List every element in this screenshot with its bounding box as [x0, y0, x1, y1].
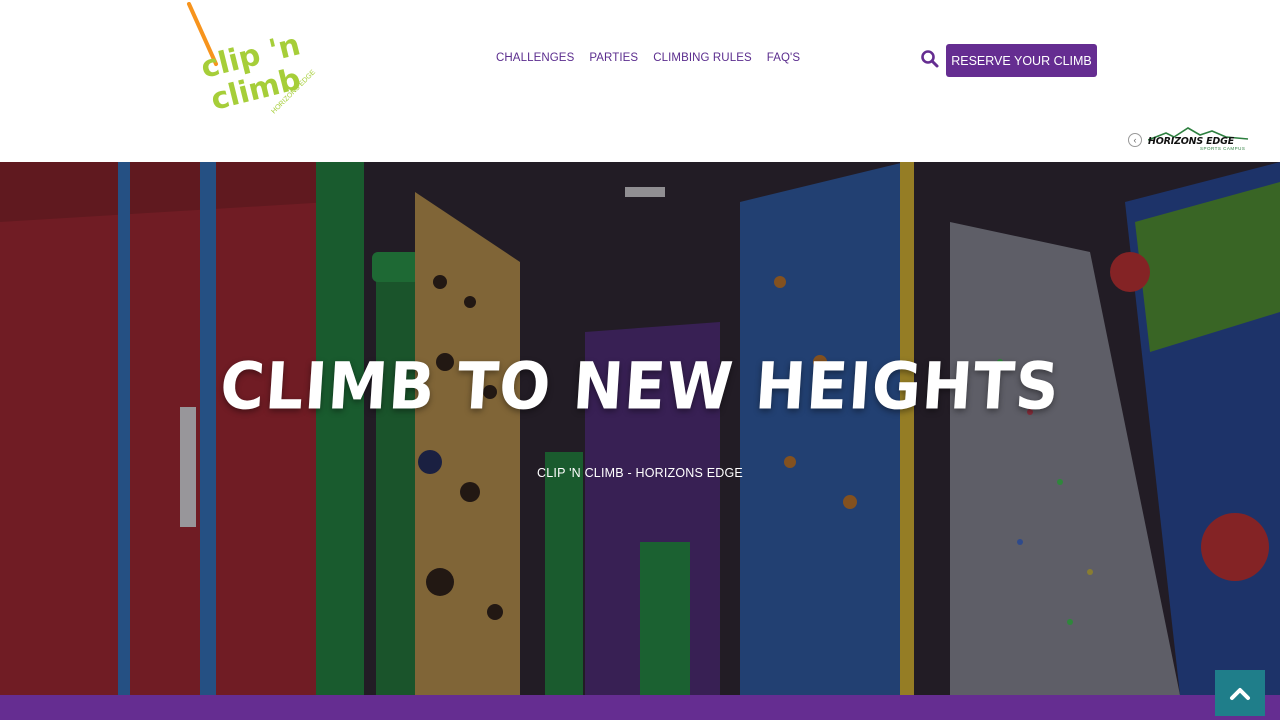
chevron-left-icon[interactable]: ‹: [1128, 133, 1142, 147]
partner-badge[interactable]: ‹ HORIZONS EDGE SPORTS CAMPUS: [1128, 126, 1258, 154]
hero-banner: CLIMB TO NEW HEIGHTS CLIP 'N CLIMB - HOR…: [0, 162, 1280, 695]
nav-challenges[interactable]: CHALLENGES: [496, 52, 574, 64]
nav-parties[interactable]: PARTIES: [589, 52, 638, 64]
hero-overlay: [0, 162, 1280, 695]
hero-subtitle: CLIP 'N CLIMB - HORIZONS EDGE: [537, 466, 743, 480]
partner-tagline: SPORTS CAMPUS: [1200, 146, 1246, 151]
site-logo[interactable]: clip 'n climb HORIZONS EDGE: [186, 2, 326, 120]
footer-bar: [0, 695, 1280, 720]
search-icon[interactable]: [920, 49, 940, 69]
chevron-up-icon: [1230, 688, 1250, 700]
hero-title: CLIMB TO NEW HEIGHTS: [217, 349, 1063, 425]
back-to-top-button[interactable]: [1215, 670, 1265, 716]
nav-faqs[interactable]: FAQ'S: [767, 52, 800, 64]
main-nav: CHALLENGES PARTIES CLIMBING RULES FAQ'S: [496, 52, 800, 64]
partner-logo: HORIZONS EDGE SPORTS CAMPUS: [1148, 127, 1254, 153]
nav-climbing-rules[interactable]: CLIMBING RULES: [653, 52, 752, 64]
reserve-climb-button[interactable]: RESERVE YOUR CLIMB: [946, 44, 1097, 77]
site-header: clip 'n climb HORIZONS EDGE CHALLENGES P…: [0, 0, 1280, 162]
